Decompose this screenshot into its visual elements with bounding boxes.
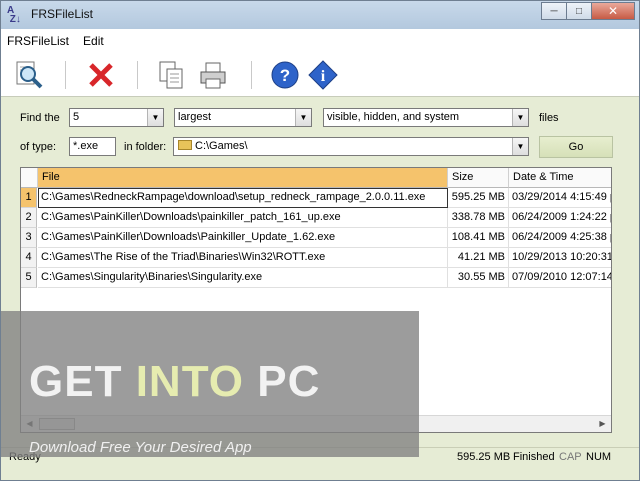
column-header-date[interactable]: Date & Time [509,168,611,188]
menu-edit[interactable]: Edit [83,34,104,48]
folder-label: in folder: [124,141,167,153]
title-bar[interactable]: A Z↓ FRSFileList ─ □ ✕ [1,1,639,29]
size-cell: 30.55 MB [448,268,509,288]
type-input[interactable]: *.exe [69,137,116,156]
menu-frsfilelist[interactable]: FRSFileList [7,34,69,48]
status-state: Finished [513,451,555,463]
help-icon[interactable]: ? [269,59,301,91]
find-icon[interactable] [13,59,45,91]
toolbar-separator [65,61,66,89]
close-button[interactable]: ✕ [591,2,635,20]
file-cell[interactable]: C:\Games\PainKiller\Downloads\painkiller… [38,208,448,228]
maximize-button[interactable]: □ [566,2,592,20]
copy-icon[interactable] [155,59,187,91]
type-label: of type: [20,141,57,153]
file-cell[interactable]: C:\Games\RedneckRampage\download\setup_r… [38,188,448,208]
toolbar: ? i [1,53,639,97]
find-label: Find the [20,112,60,124]
chevron-down-icon[interactable]: ▼ [147,109,163,126]
print-icon[interactable] [197,59,229,91]
window-controls: ─ □ ✕ [541,2,635,20]
chevron-down-icon[interactable]: ▼ [295,109,311,126]
row-number: 3 [21,228,37,248]
column-header-size[interactable]: Size [448,168,509,188]
file-cell[interactable]: C:\Games\The Rise of the Triad\Binaries\… [38,248,448,268]
watermark-title: GET INTO PC [29,357,321,406]
row-number: 1 [21,188,37,208]
row-number: 4 [21,248,37,268]
column-header-file[interactable]: File [38,168,448,188]
visibility-select[interactable]: visible, hidden, and system ▼ [323,108,529,127]
date-cell: 07/09/2010 12:07:14 pm [509,268,611,288]
app-icon: A Z↓ [7,5,21,25]
file-cell[interactable]: C:\Games\PainKiller\Downloads\Painkiller… [38,228,448,248]
date-cell: 06/24/2009 4:25:38 pm [509,228,611,248]
toolbar-separator [137,61,138,89]
folder-value: C:\Games\ [195,140,248,152]
date-cell: 10/29/2013 10:20:31 am [509,248,611,268]
folder-select[interactable]: C:\Games\ ▼ [173,137,529,156]
folder-icon [178,140,192,150]
status-cap: CAP [559,451,582,463]
toolbar-separator [251,61,252,89]
date-cell: 06/24/2009 1:24:22 pm [509,208,611,228]
size-cell: 595.25 MB [448,188,509,208]
go-button[interactable]: Go [539,136,613,158]
visibility-value: visible, hidden, and system [327,111,460,123]
chevron-down-icon[interactable]: ▼ [512,138,528,155]
delete-icon[interactable] [85,59,117,91]
scroll-right-icon[interactable]: ▶ [594,416,611,432]
size-cell: 338.78 MB [448,208,509,228]
minimize-button[interactable]: ─ [541,2,567,20]
date-cell: 03/29/2014 4:15:49 pm [509,188,611,208]
corner-header [21,168,38,188]
size-cell: 108.41 MB [448,228,509,248]
svg-text:i: i [321,68,326,85]
svg-text:?: ? [280,66,290,85]
window-title: FRSFileList [31,7,94,21]
status-num: NUM [586,451,612,463]
count-select[interactable]: 5 ▼ [69,108,164,127]
info-icon[interactable]: i [307,59,339,91]
watermark-subtitle: Download Free Your Desired App [29,439,252,456]
app-window: A Z↓ FRSFileList ─ □ ✕ FRSFileList Edit [0,0,640,481]
row-number: 5 [21,268,37,288]
menu-bar: FRSFileList Edit [1,29,639,53]
files-label: files [539,112,559,124]
size-cell: 41.21 MB [448,248,509,268]
watermark-overlay: GET INTO PC Download Free Your Desired A… [1,311,419,457]
order-value: largest [178,111,212,123]
row-number: 2 [21,208,37,228]
count-value: 5 [73,111,80,123]
order-select[interactable]: largest ▼ [174,108,312,127]
chevron-down-icon[interactable]: ▼ [512,109,528,126]
file-cell[interactable]: C:\Games\Singularity\Binaries\Singularit… [38,268,448,288]
status-total-size: 595.25 MB [457,451,511,463]
